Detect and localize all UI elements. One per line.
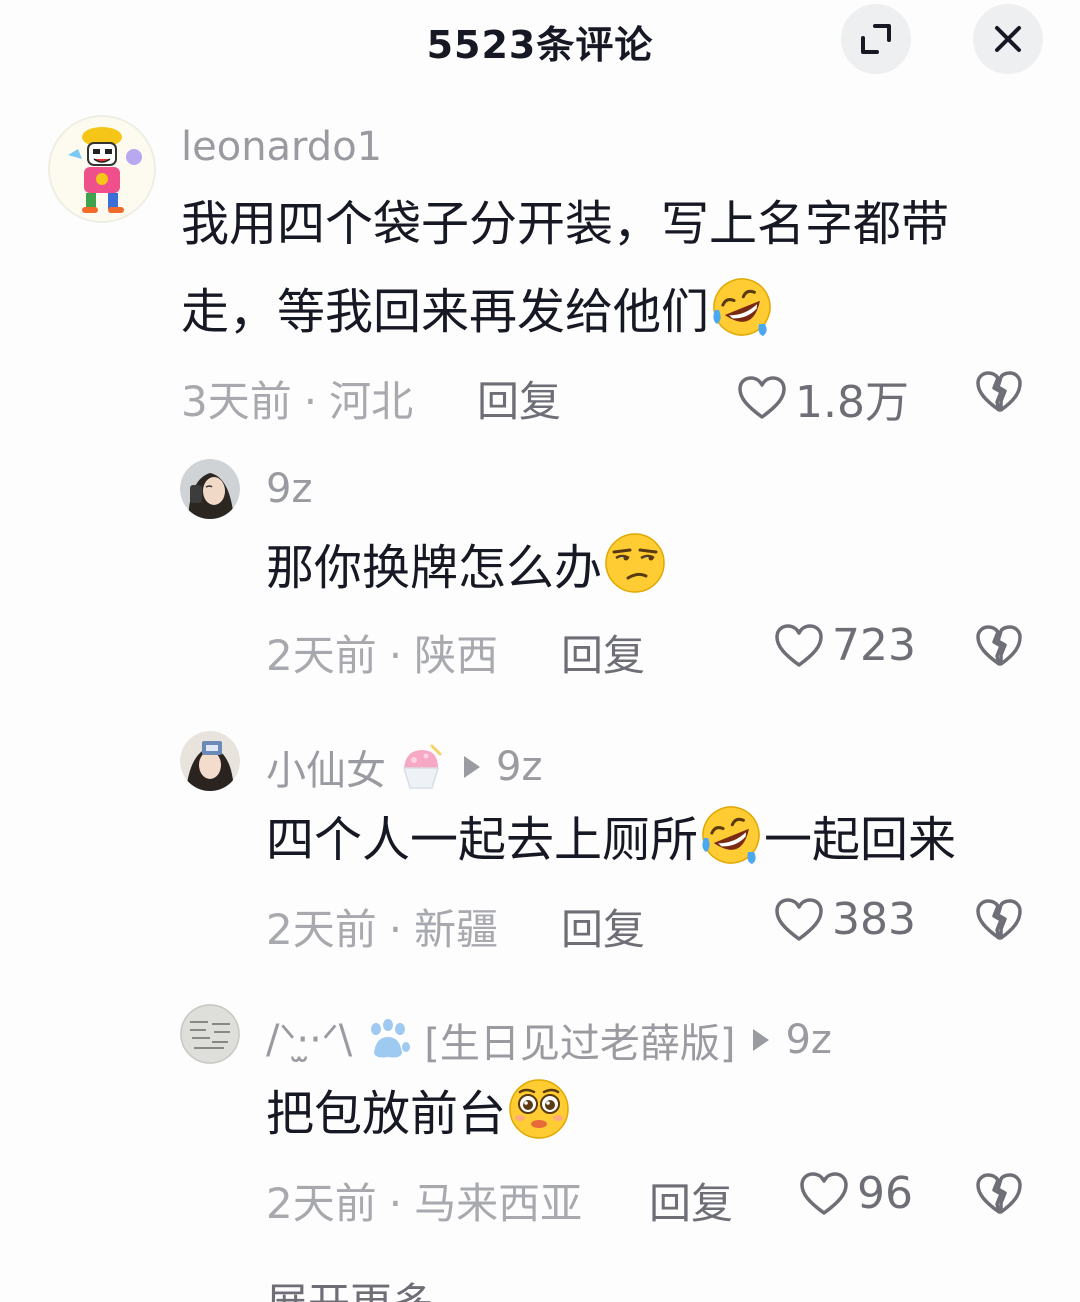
heart-icon [800,1171,848,1215]
comment-username[interactable]: /ᐠ·̫·ᐟ\ [生日见过老薛版] 9z [266,1011,832,1069]
username-text: 9z [266,466,313,512]
comment-time: 2天前 [266,631,377,680]
comment-text-after: 一起回来 [764,812,957,868]
comment-text-content: 那你换牌怎么办 [266,540,603,596]
avatar[interactable] [48,115,156,223]
comment-location: 河北 [329,377,414,426]
reply-to-indicator: 9z [745,1017,832,1063]
comment-time: 3天前 [181,377,292,426]
avatar[interactable] [180,731,240,791]
avatar[interactable] [180,459,240,519]
meta-separator: · [388,1179,403,1228]
comment-text: 那你换牌怎么办 [266,524,1026,612]
comment-meta: 2天前 · 马来西亚 [266,1170,582,1231]
heart-icon [738,376,786,419]
comments-panel: 5523条评论 leonardo1 我用四个袋子分开装，写上名字都带走，等我回来… [0,0,1080,1302]
comment-username[interactable]: leonardo1 [181,124,382,170]
comment-text: 四个人一起去上厕所 一起回来 [266,796,1046,884]
username-tag: [生日见过老薛版] [424,1021,736,1067]
broken-heart-icon [976,625,1022,666]
broken-heart-icon [976,899,1022,940]
meta-separator: · [388,905,403,954]
expand-icon [861,24,891,54]
comment-text-content: 把包放前台 [266,1086,507,1142]
like-count: 723 [832,620,916,671]
heart-icon [775,897,823,941]
comment-meta: 2天前 · 陕西 [266,622,498,683]
comment-location: 马来西亚 [414,1179,583,1228]
heart-icon [775,623,823,667]
reply-arrow-icon [464,756,480,778]
comments-header: 5523条评论 [0,0,1080,78]
dislike-button[interactable] [975,898,1023,946]
broken-heart-icon [976,1173,1022,1214]
like-button[interactable]: 723 [774,620,916,671]
smirk-emoji-icon [605,533,665,593]
comment-time: 2天前 [266,1179,377,1228]
rofl-emoji-icon [713,278,771,336]
reply-to-username[interactable]: 9z [496,744,542,790]
paw-print-icon [371,1019,411,1058]
comment-username[interactable]: 小仙女 9z [266,738,542,796]
dislike-button[interactable] [975,624,1023,672]
username-main: /ᐠ·̫·ᐟ\ [266,1017,353,1063]
comment-text: 把包放前台 [266,1070,1026,1158]
like-button[interactable]: 383 [774,894,916,945]
expand-more-button[interactable]: 展开更多 [266,1270,434,1302]
dislike-button[interactable] [975,370,1023,418]
comment-text-before: 四个人一起去上厕所 [266,812,699,868]
rofl-emoji-icon [702,806,760,864]
like-count: 383 [832,894,916,945]
meta-separator: · [388,631,403,680]
comment-time: 2天前 [266,905,377,954]
close-icon [995,26,1021,52]
avatar[interactable] [180,1004,240,1064]
comments-count-title: 5523条评论 [426,23,654,67]
reply-button[interactable]: 回复 [561,622,645,683]
like-count: 1.8万 [795,377,909,428]
like-count: 96 [857,1168,913,1219]
reply-button[interactable]: 回复 [649,1170,733,1231]
meta-separator: · [303,377,318,426]
broken-heart-icon [976,371,1022,412]
username-text: leonardo1 [181,124,383,170]
comment-location: 新疆 [414,905,499,954]
like-button[interactable]: 1.8万 [737,366,909,430]
username-text: 小仙女 [266,748,386,794]
comment-text-content: 我用四个袋子分开装，写上名字都带走，等我回来再发给他们 [181,196,950,340]
like-button[interactable]: 96 [799,1168,913,1219]
expand-button[interactable] [841,4,911,74]
pleading-emoji-icon [509,1079,569,1139]
shaved-ice-icon [402,744,442,789]
comment-meta: 3天前 · 河北 [181,368,413,429]
comment-location: 陕西 [414,631,499,680]
reply-button[interactable]: 回复 [561,896,645,957]
comment-meta: 2天前 · 新疆 [266,896,498,957]
close-button[interactable] [973,4,1043,74]
reply-arrow-icon [753,1029,770,1051]
dislike-button[interactable] [975,1172,1023,1220]
comment-username[interactable]: 9z [266,466,312,512]
comment-text: 我用四个袋子分开装，写上名字都带走，等我回来再发给他们 [181,180,1021,356]
reply-button[interactable]: 回复 [477,368,561,429]
reply-to-username[interactable]: 9z [785,1017,831,1063]
reply-to-indicator: 9z [456,744,542,790]
